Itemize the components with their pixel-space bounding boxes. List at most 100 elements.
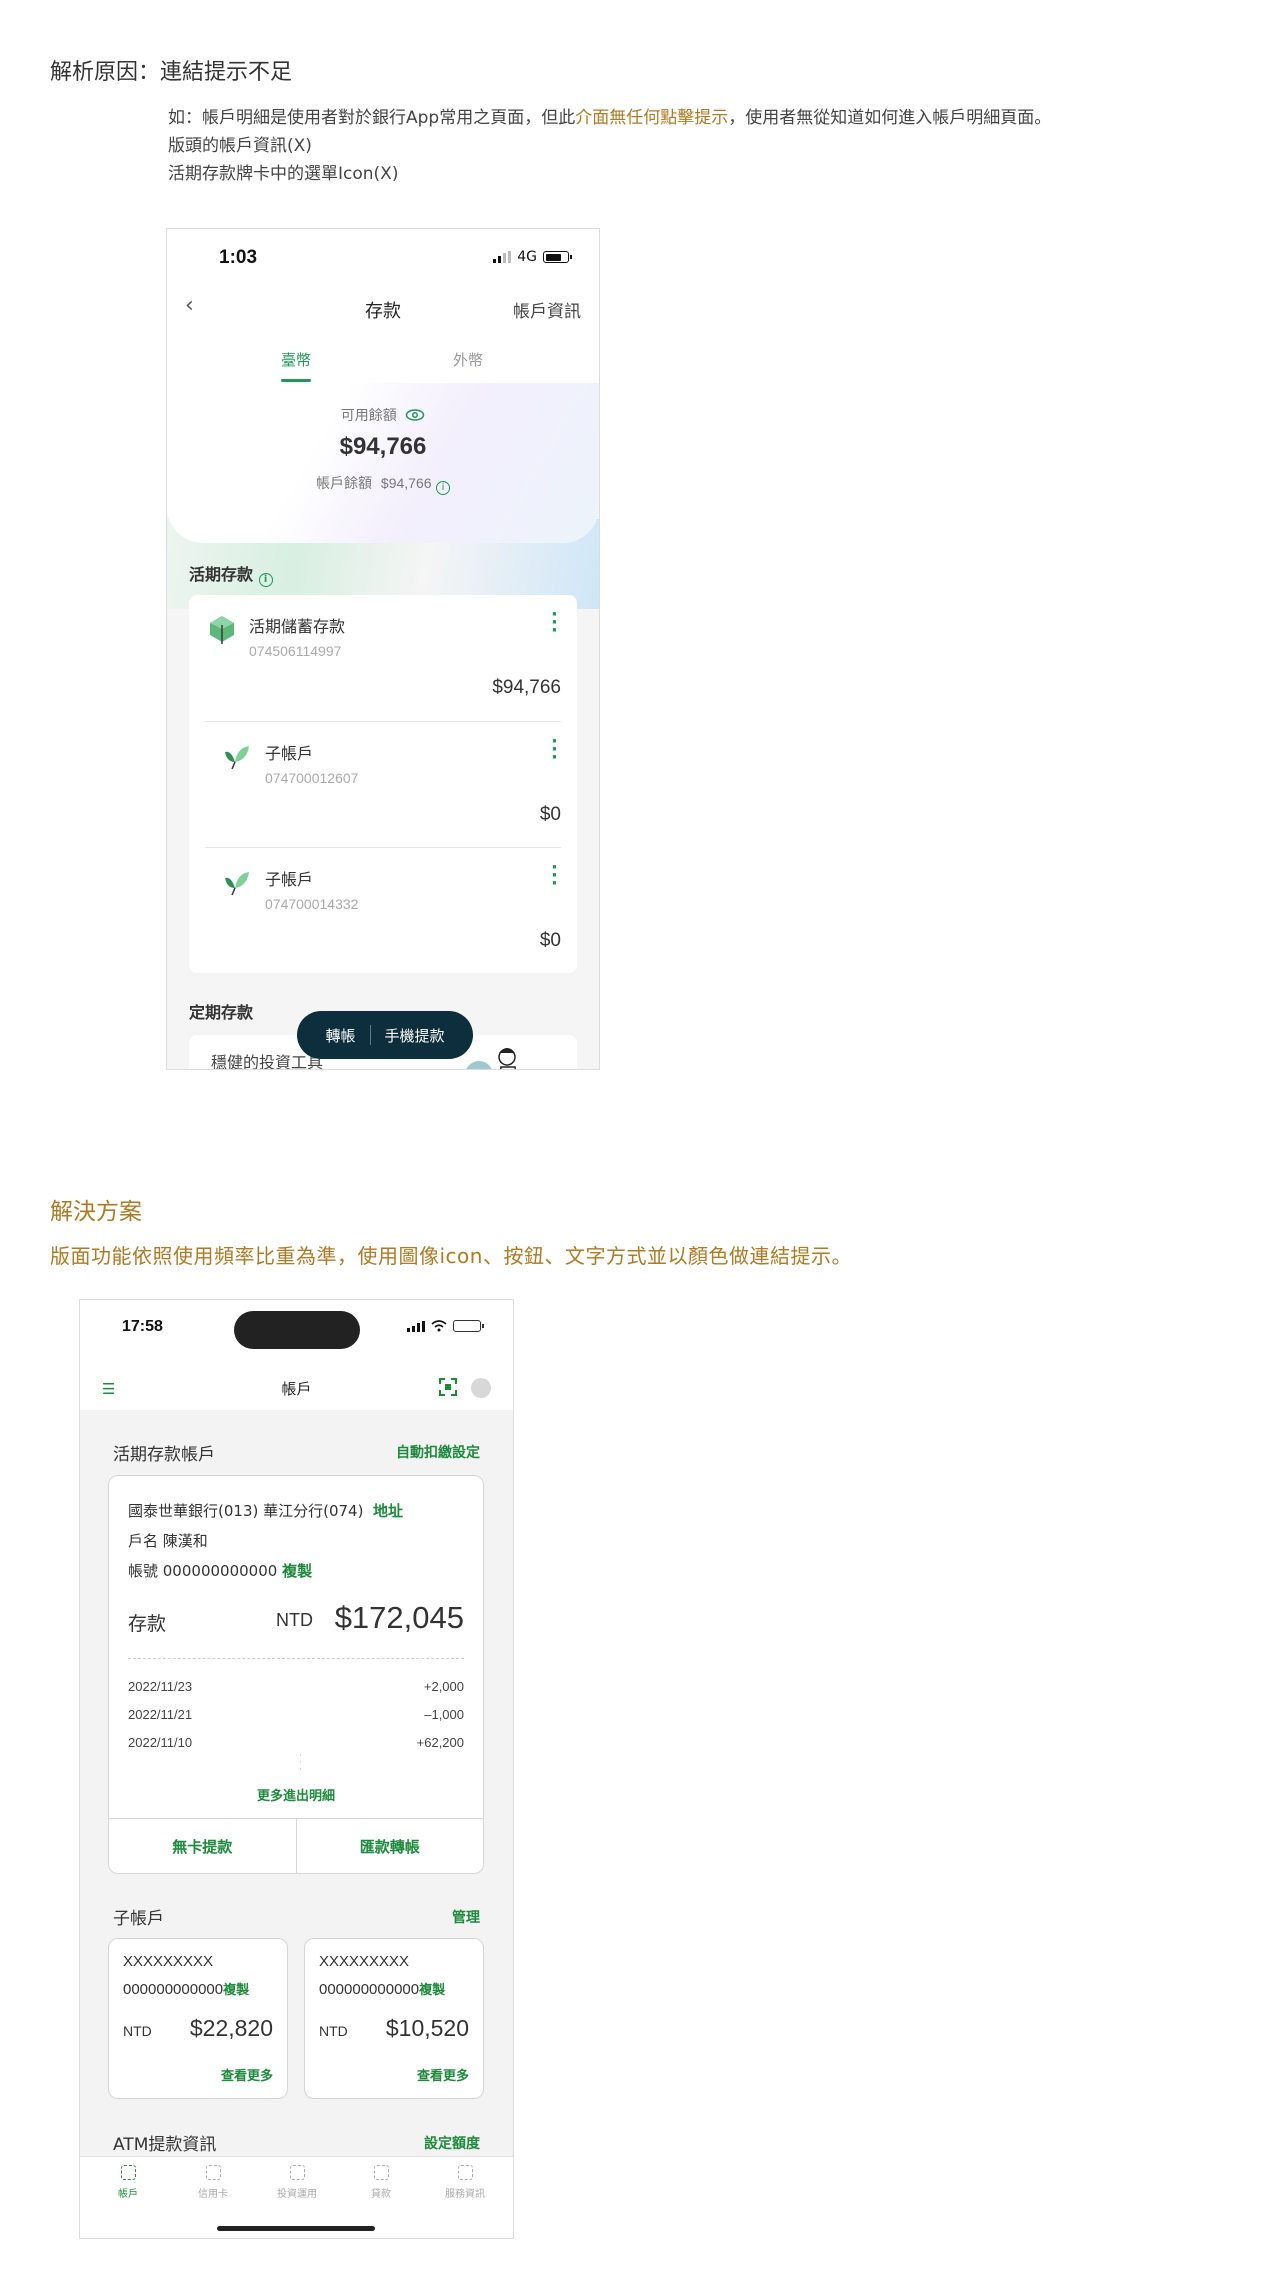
more-vertical-icon[interactable]: · · ·: [551, 733, 558, 767]
old-phone-screen: 1:03 4G ‹ 存款 帳戶資訊 臺幣 外幣 可用餘額 $94,766 帳戶餘…: [166, 228, 600, 1070]
analysis-description: 如：帳戶明細是使用者對於銀行App常用之頁面，但此介面無任何點擊提示，使用者無從…: [168, 104, 1068, 188]
leaf-icon: [225, 872, 249, 896]
tree-icon: [210, 616, 234, 644]
credit-card-icon: [205, 2165, 221, 2180]
signal-icon: [407, 1320, 425, 1332]
account-name: 活期儲蓄存款: [249, 617, 346, 636]
manage-link[interactable]: 管理: [452, 1907, 480, 1927]
address-link[interactable]: 地址: [373, 1502, 403, 1520]
account-row[interactable]: 活期儲蓄存款 074506114997 $94,766 · · ·: [189, 595, 577, 721]
sub-account-section-title: 子帳戶: [113, 1909, 164, 1929]
account-row[interactable]: 子帳戶 074700014332 $0 · · ·: [205, 847, 561, 973]
info-icon[interactable]: i: [258, 573, 273, 587]
copy-link[interactable]: 複製: [419, 1983, 445, 1998]
sub-account-card[interactable]: XXXXXXXXX 000000000000複製 NTD $10,520 查看更…: [304, 1938, 484, 2099]
status-bar: 1:03 4G: [167, 229, 599, 283]
battery-icon: [453, 1320, 484, 1332]
copy-link[interactable]: 複製: [282, 1562, 312, 1580]
desc-suffix: ，使用者無從知道如何進入帳戶明細頁面。: [728, 108, 1052, 128]
status-time: 1:03: [219, 247, 258, 268]
holder-line: 戶名 陳漢和: [128, 1532, 208, 1550]
available-balance-amount: $94,766: [339, 433, 427, 460]
transaction-row: 2022/11/21 –1,000: [128, 1707, 464, 1722]
demand-accounts-card: 活期儲蓄存款 074506114997 $94,766 · · · 子帳戶 0747…: [189, 595, 577, 973]
tab-credit-card[interactable]: 信用卡: [183, 2165, 243, 2200]
sub-account-amount: $22,820: [189, 2015, 273, 2041]
account-amount: $94,766: [492, 677, 561, 698]
sub-account-number: 000000000000複製: [319, 1981, 446, 1998]
bank-line: 國泰世華銀行(013) 華江分行(074) 地址: [128, 1502, 404, 1520]
home-indicator: [217, 2226, 375, 2231]
account-name: 子帳戶: [265, 870, 314, 889]
status-indicators: 4G: [493, 249, 572, 265]
wifi-icon: [431, 1320, 447, 1332]
point-1: 版頭的帳戶資訊(X): [168, 136, 312, 156]
sub-account-amount: $10,520: [385, 2015, 469, 2041]
account-icon: [120, 2165, 136, 2180]
transaction-row: 2022/11/10 +62,200: [128, 1735, 464, 1750]
tab-loan[interactable]: 貸款: [351, 2165, 411, 2200]
set-limit-link[interactable]: 設定額度: [424, 2133, 480, 2153]
tab-twd[interactable]: 臺幣: [281, 349, 312, 382]
demand-account-card: 國泰世華銀行(013) 華江分行(074) 地址 戶名 陳漢和 帳號 00000…: [108, 1475, 484, 1874]
more-vertical-icon[interactable]: · · ·: [551, 606, 558, 640]
account-row[interactable]: 子帳戶 074700012607 $0 · · ·: [205, 721, 561, 847]
header: 17:58 ☰ 帳戶: [80, 1300, 513, 1410]
transaction-row: 2022/11/23 +2,000: [128, 1679, 464, 1694]
action-buttons: 無卡提款 匯款轉帳: [109, 1818, 483, 1873]
account-name: 子帳戶: [265, 744, 314, 763]
scan-icon[interactable]: [439, 1378, 457, 1396]
desc-prefix: 如：帳戶明細是使用者對於銀行App常用之頁面，但此: [168, 108, 576, 128]
view-more-link[interactable]: 查看更多: [417, 2065, 469, 2084]
demand-section-title: 活期存款帳戶: [113, 1445, 215, 1465]
account-amount: $0: [539, 804, 561, 825]
loan-icon: [373, 2165, 389, 2180]
more-vertical-icon[interactable]: · · ·: [551, 859, 558, 893]
tab-account[interactable]: 帳戶: [98, 2165, 158, 2200]
sub-account-card[interactable]: XXXXXXXXX 000000000000複製 NTD $22,820 查看更…: [108, 1938, 288, 2099]
solution-subtitle: 版面功能依照使用頻率比重為準，使用圖像icon、按鈕、文字方式並以顏色做連結提示…: [50, 1244, 852, 1268]
transfer-button[interactable]: 轉帳: [311, 1025, 369, 1046]
status-time: 17:58: [122, 1318, 163, 1335]
atm-section-title: ATM提款資訊: [113, 2135, 217, 2155]
account-number: 074700014332: [265, 896, 359, 912]
solution-title: 解決方案: [50, 1199, 142, 1225]
desc-highlight: 介面無任何點擊提示: [575, 108, 729, 128]
view-more-link[interactable]: 查看更多: [221, 2065, 273, 2084]
bottom-tab-bar: 帳戶 信用卡 投資運用 貸款 服務資訊: [80, 2156, 513, 2238]
remit-transfer-button[interactable]: 匯款轉帳: [295, 1819, 484, 1873]
info-icon[interactable]: i: [435, 481, 450, 495]
tab-foreign[interactable]: 外幣: [453, 349, 483, 370]
eye-icon[interactable]: [405, 409, 425, 421]
new-phone-screen: 17:58 ☰ 帳戶 活期存款帳戶 自動扣繳設定 國泰世華銀行(013) 華江分…: [79, 1299, 514, 2239]
available-balance-label: 可用餘額: [167, 405, 599, 425]
nav-bar: ‹ 存款 帳戶資訊: [167, 283, 599, 333]
copy-link[interactable]: 複製: [223, 1983, 249, 1998]
currency-tabs: 臺幣 外幣: [167, 333, 599, 383]
mobile-withdraw-button[interactable]: 手機提款: [371, 1025, 459, 1046]
account-balance: 帳戶餘額 $94,766 i: [167, 473, 599, 495]
dynamic-island: [234, 1311, 360, 1349]
divider: [128, 1658, 464, 1659]
analysis-title: 解析原因：連結提示不足: [50, 60, 293, 85]
sub-account-name: XXXXXXXXX: [319, 1953, 410, 1970]
battery-icon: [543, 251, 572, 263]
cardless-withdraw-button[interactable]: 無卡提款: [109, 1819, 296, 1873]
more-details-link[interactable]: 更多進出明細: [109, 1785, 483, 1804]
sub-account-name: XXXXXXXXX: [123, 1953, 214, 1970]
sub-account-number: 000000000000複製: [123, 1981, 250, 1998]
point-2: 活期存款牌卡中的選單Icon(X): [168, 164, 399, 184]
auto-debit-link[interactable]: 自動扣繳設定: [396, 1442, 480, 1462]
deposit-amount: $172,045: [334, 1600, 464, 1635]
tab-service[interactable]: 服務資訊: [435, 2165, 495, 2200]
network-label: 4G: [517, 249, 537, 265]
status-indicators: [407, 1320, 484, 1332]
floating-action-bar: 轉帳 手機提款: [297, 1011, 473, 1059]
avatar[interactable]: [471, 1378, 491, 1398]
investment-icon: [289, 2165, 305, 2180]
account-amount: $0: [539, 930, 561, 951]
tab-investment[interactable]: 投資運用: [267, 2165, 327, 2200]
account-info-link[interactable]: 帳戶資訊: [513, 297, 581, 322]
currency-label: NTD: [319, 2023, 348, 2039]
service-icon: [457, 2165, 473, 2180]
